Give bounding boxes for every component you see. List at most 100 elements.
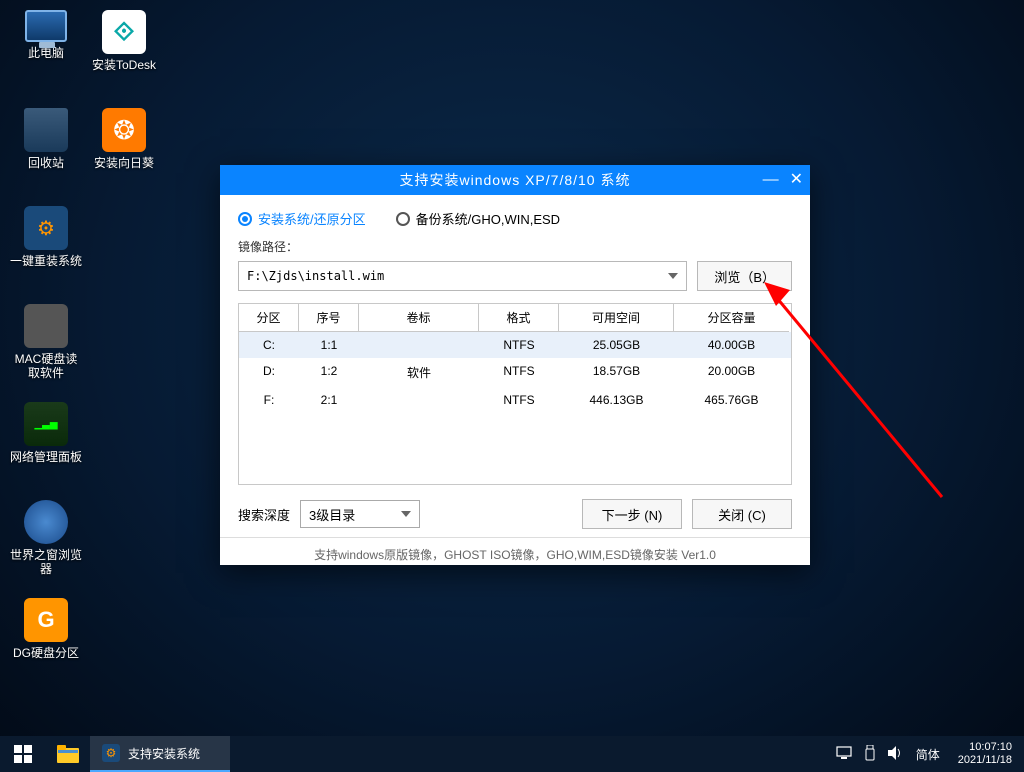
table-header-cell: 分区 — [239, 304, 299, 332]
table-cell: 25.05GB — [559, 332, 674, 358]
table-header-cell: 卷标 — [359, 304, 479, 332]
image-path-value: F:\Zjds\install.wim — [247, 269, 384, 283]
table-header-cell: 可用空间 — [559, 304, 674, 332]
partition-table: 分区序号卷标格式可用空间分区容量 C:1:1 NTFS25.05GB40.00GB… — [238, 303, 792, 485]
desktop-icon-label: 安装ToDesk — [92, 58, 156, 72]
table-row[interactable]: C:1:1 NTFS25.05GB40.00GB — [239, 332, 791, 358]
table-header: 分区序号卷标格式可用空间分区容量 — [239, 304, 791, 332]
search-depth-select[interactable]: 3级目录 — [300, 500, 420, 528]
image-path-dropdown[interactable]: F:\Zjds\install.wim — [238, 261, 687, 291]
table-cell: 446.13GB — [559, 387, 674, 413]
desktop-icon[interactable]: MAC硬盘读取软件 — [10, 304, 82, 394]
desktop-icon-label: 一键重装系统 — [10, 254, 82, 268]
table-cell: 465.76GB — [674, 387, 789, 413]
table-cell: C: — [239, 332, 299, 358]
ic-net-icon: ▁▃▅ — [24, 402, 68, 446]
ic-todesk-icon: ⟐ — [102, 10, 146, 54]
ic-globe-icon — [24, 500, 68, 544]
tray-volume-icon[interactable] — [888, 746, 904, 763]
table-cell: 20.00GB — [674, 358, 789, 387]
desktop: 此电脑回收站⚙一键重装系统MAC硬盘读取软件▁▃▅网络管理面板世界之窗浏览器GD… — [0, 0, 1024, 772]
table-cell: 软件 — [359, 358, 479, 387]
table-cell: 18.57GB — [559, 358, 674, 387]
desktop-icons-col2: ⟐ 安装ToDesk ❂ 安装向日葵 — [88, 10, 160, 206]
radio-install-label: 安装系统/还原分区 — [258, 209, 366, 228]
dialog-title: 支持安装windows XP/7/8/10 系统 — [400, 170, 631, 190]
table-row[interactable]: F:2:1NTFS446.13GB465.76GB — [239, 387, 791, 413]
desktop-icons-col1: 此电脑回收站 ⚙ 一键重装系统 MAC硬盘读取软件 ▁▃▅ 网络管理面板世界之窗浏览器 GD… — [10, 10, 82, 696]
desktop-icon-label: DG硬盘分区 — [13, 646, 79, 660]
dialog-title-bar[interactable]: 支持安装windows XP/7/8/10 系统 — ✕ — [220, 165, 810, 195]
desktop-icon[interactable]: ▁▃▅ 网络管理面板 — [10, 402, 82, 492]
search-depth-label: 搜索深度 — [238, 505, 290, 524]
desktop-icon-label: 世界之窗浏览器 — [10, 548, 82, 576]
windows-logo-icon — [14, 745, 32, 763]
ic-sunflower-icon: ❂ — [102, 108, 146, 152]
desktop-icon[interactable]: 回收站 — [10, 108, 82, 198]
table-cell: NTFS — [479, 332, 559, 358]
folder-icon — [57, 745, 79, 763]
table-cell: 1:1 — [299, 332, 359, 358]
gear-icon: ⚙ — [102, 744, 120, 762]
table-cell: NTFS — [479, 358, 559, 387]
desktop-icon[interactable]: ❂ 安装向日葵 — [88, 108, 160, 198]
radio-backup-label: 备份系统/GHO,WIN,ESD — [416, 209, 560, 228]
ime-indicator[interactable]: 简体 — [916, 746, 940, 763]
close-x-button[interactable]: ✕ — [790, 172, 804, 188]
desktop-icon-label: 回收站 — [28, 156, 64, 170]
table-cell: F: — [239, 387, 299, 413]
dropdown-triangle-icon — [401, 511, 411, 517]
radio-icon — [396, 212, 410, 226]
installer-dialog: 支持安装windows XP/7/8/10 系统 — ✕ 安装系统/还原分区 备… — [220, 165, 810, 565]
ic-bin-icon — [24, 108, 68, 152]
close-button[interactable]: 关闭 (C) — [692, 499, 792, 529]
table-cell: 40.00GB — [674, 332, 789, 358]
next-button-label: 下一步 (N) — [602, 505, 663, 524]
table-header-cell: 序号 — [299, 304, 359, 332]
desktop-icon[interactable]: ⟐ 安装ToDesk — [88, 10, 160, 100]
tray-monitor-icon[interactable] — [836, 746, 852, 763]
ic-mac-icon — [24, 304, 68, 348]
table-body: C:1:1NTFS25.05GB40.00GBD:1:2软件NTFS18.57G… — [239, 332, 791, 484]
browse-button[interactable]: 浏览（B） — [697, 261, 792, 291]
desktop-icon[interactable]: 此电脑 — [10, 10, 82, 100]
desktop-icon-label: 安装向日葵 — [94, 156, 154, 170]
ic-dg-icon: G — [24, 598, 68, 642]
radio-backup[interactable]: 备份系统/GHO,WIN,ESD — [396, 209, 560, 228]
taskbar-clock[interactable]: 10:07:10 2021/11/18 — [952, 741, 1018, 767]
table-header-cell: 格式 — [479, 304, 559, 332]
taskbar-active-app[interactable]: ⚙ 支持安装系统 — [90, 736, 230, 772]
table-cell: 2:1 — [299, 387, 359, 413]
ic-gear-icon: ⚙ — [24, 206, 68, 250]
radio-icon — [238, 212, 252, 226]
close-button-label: 关闭 (C) — [718, 505, 766, 524]
desktop-icon-label: MAC硬盘读取软件 — [10, 352, 82, 380]
desktop-icon[interactable]: G DG硬盘分区 — [10, 598, 82, 688]
taskbar-file-explorer[interactable] — [46, 736, 90, 772]
table-cell — [359, 332, 479, 358]
path-label: 镜像路径： — [238, 238, 792, 255]
table-cell — [359, 387, 479, 413]
table-cell: 1:2 — [299, 358, 359, 387]
browse-button-label: 浏览（B） — [714, 267, 775, 286]
table-cell: D: — [239, 358, 299, 387]
clock-date: 2021/11/18 — [958, 754, 1012, 767]
desktop-icon[interactable]: 世界之窗浏览器 — [10, 500, 82, 590]
start-button[interactable] — [0, 736, 46, 772]
taskbar-active-label: 支持安装系统 — [128, 745, 200, 762]
minimize-button[interactable]: — — [763, 172, 780, 188]
tray-usb-icon[interactable] — [864, 745, 876, 764]
table-row[interactable]: D:1:2软件NTFS18.57GB20.00GB — [239, 358, 791, 387]
next-button[interactable]: 下一步 (N) — [582, 499, 682, 529]
radio-install-restore[interactable]: 安装系统/还原分区 — [238, 209, 366, 228]
desktop-icon-label: 此电脑 — [28, 46, 64, 60]
table-header-cell: 分区容量 — [674, 304, 789, 332]
dialog-footer-text: 支持windows原版镜像，GHOST ISO镜像，GHO,WIM,ESD镜像安… — [220, 537, 810, 571]
search-depth-value: 3级目录 — [309, 505, 355, 524]
ic-monitor-icon — [25, 10, 67, 42]
desktop-icon[interactable]: ⚙ 一键重装系统 — [10, 206, 82, 296]
desktop-icon-label: 网络管理面板 — [10, 450, 82, 464]
clock-time: 10:07:10 — [958, 741, 1012, 754]
dropdown-triangle-icon — [668, 273, 678, 279]
taskbar: ⚙ 支持安装系统 简体 10:07:10 2021/11/18 — [0, 736, 1024, 772]
